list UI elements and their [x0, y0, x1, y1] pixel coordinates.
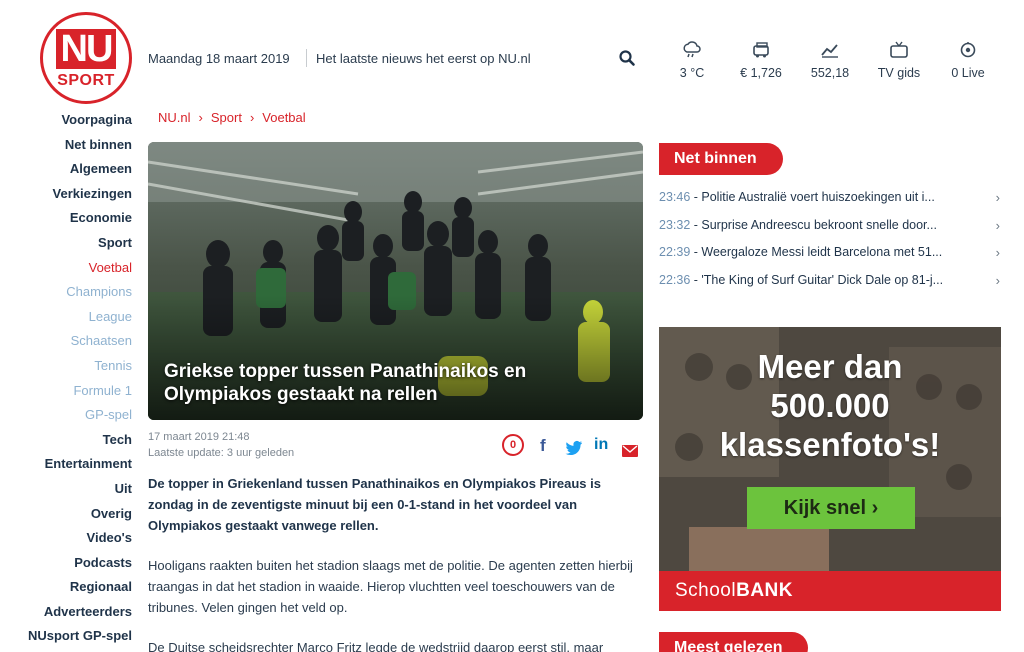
- publish-date: 17 maart 2019 21:48: [148, 431, 250, 443]
- comments-icon[interactable]: 0: [502, 434, 524, 456]
- breadcrumb-sport[interactable]: Sport: [211, 110, 242, 125]
- article-paragraph: Hooligans raakten buiten het stadion sla…: [148, 558, 633, 615]
- article-hero-image[interactable]: Griekse topper tussen Panathinaikos en O…: [148, 142, 643, 420]
- article-title: Griekse topper tussen Panathinaikos en O…: [164, 361, 527, 405]
- chevron-right-icon: ›: [995, 272, 1000, 288]
- chevron-right-icon: ›: [995, 217, 1000, 233]
- net-binnen-list: 23:46 - Politie Australië voert huiszoek…: [659, 184, 1002, 294]
- news-time: 23:32: [659, 217, 691, 232]
- news-time: 22:36: [659, 272, 691, 287]
- list-item[interactable]: 22:39 - Weergaloze Messi leidt Barcelona…: [659, 239, 1002, 267]
- nav-item-regionaal[interactable]: Regionaal: [0, 575, 132, 600]
- live-icon: [960, 42, 976, 58]
- tv-guide-widget[interactable]: TV gids: [872, 40, 926, 80]
- ad-line-3: klassenfoto's!: [719, 426, 941, 463]
- breadcrumb: NU.nl › Sport › Voetbal: [158, 110, 306, 125]
- mail-icon[interactable]: [622, 441, 638, 461]
- nav-item-champions[interactable]: Champions: [0, 280, 132, 305]
- nav-item-sport[interactable]: Sport: [0, 231, 132, 256]
- nav-item-tech[interactable]: Tech: [0, 428, 132, 453]
- nav-item-overig[interactable]: Overig: [0, 502, 132, 527]
- nav-item-nusport-gp-spel[interactable]: NUsport GP-spel: [0, 624, 132, 649]
- nav-item-voorpagina[interactable]: Voorpagina: [0, 108, 132, 133]
- chevron-right-icon: ›: [198, 110, 203, 125]
- list-item[interactable]: 22:36 - 'The King of Surf Guitar' Dick D…: [659, 267, 1002, 295]
- search-icon[interactable]: [618, 49, 636, 67]
- breadcrumb-nu[interactable]: NU.nl: [158, 110, 191, 125]
- nav-item-economie[interactable]: Economie: [0, 206, 132, 231]
- header-divider: [306, 49, 307, 67]
- nav-item-verkiezingen[interactable]: Verkiezingen: [0, 182, 132, 207]
- index-chart-icon: [821, 44, 838, 58]
- nusport-logo[interactable]: NU SPORT: [40, 12, 132, 104]
- breadcrumb-voetbal[interactable]: Voetbal: [262, 110, 305, 125]
- nav-item-schaatsen[interactable]: Schaatsen: [0, 329, 132, 354]
- index-widget[interactable]: 552,18: [806, 40, 854, 80]
- nav-item-voetbal[interactable]: Voetbal: [0, 256, 132, 281]
- ad-line-1: Meer dan: [757, 348, 903, 385]
- news-headline: Politie Australië voert huiszoekingen ui…: [701, 190, 935, 204]
- news-time: 23:46: [659, 190, 691, 204]
- nav-item-podcasts[interactable]: Podcasts: [0, 551, 132, 576]
- weather-widget[interactable]: 3 °C: [672, 40, 712, 80]
- index-value: 552,18: [810, 66, 850, 80]
- ad-line-2: 500.000: [770, 387, 890, 424]
- linkedin-icon[interactable]: in: [594, 436, 608, 456]
- schoolbank-advertisement[interactable]: Meer dan 500.000 klassenfoto's! Kijk sne…: [659, 327, 1001, 611]
- ad-brand-bar: SchoolBANK: [659, 571, 1001, 611]
- live-widget[interactable]: 0 Live: [944, 40, 992, 80]
- aex-widget[interactable]: € 1,726: [734, 40, 788, 80]
- weather-icon: [683, 41, 701, 58]
- nav-item-gp-spel[interactable]: GP-spel: [0, 403, 132, 428]
- chevron-right-icon: ›: [249, 110, 255, 125]
- nav-item-algemeen[interactable]: Algemeen: [0, 157, 132, 182]
- header-date: Maandag 18 maart 2019: [148, 51, 290, 66]
- ad-cta-button[interactable]: Kijk snel ›: [747, 487, 915, 529]
- nav-item-entertainment[interactable]: Entertainment: [0, 452, 132, 477]
- net-binnen-heading[interactable]: Net binnen: [659, 143, 783, 175]
- ad-headline: Meer dan 500.000 klassenfoto's!: [659, 347, 1001, 464]
- news-headline: Weergaloze Messi leidt Barcelona met 51.…: [701, 245, 943, 260]
- ad-brand-school: School: [675, 580, 737, 601]
- nav-item-formule-1[interactable]: Formule 1: [0, 379, 132, 404]
- tv-icon: [890, 41, 908, 58]
- nav-item-tennis[interactable]: Tennis: [0, 354, 132, 379]
- live-value: 0 Live: [951, 66, 985, 80]
- nav-item-adverteerders[interactable]: Adverteerders: [0, 600, 132, 625]
- list-item[interactable]: 23:32 - Surprise Andreescu bekroont snel…: [659, 212, 1002, 240]
- logo-sport-text: SPORT: [57, 72, 115, 89]
- nav-item-net-binnen[interactable]: Net binnen: [0, 133, 132, 158]
- meest-gelezen-heading[interactable]: Meest gelezen: [659, 632, 809, 652]
- twitter-icon[interactable]: [565, 438, 583, 458]
- ad-brand-bank: BANK: [736, 580, 793, 601]
- facebook-icon[interactable]: f: [540, 436, 546, 456]
- header-tagline: Het laatste nieuws het eerst op NU.nl: [316, 51, 531, 66]
- tv-guide-label: TV gids: [877, 66, 921, 80]
- news-time: 22:39: [659, 245, 691, 260]
- article-lead: De topper in Griekenland tussen Panathin…: [148, 476, 601, 533]
- update-info: Laatste update: 3 uur geleden: [148, 447, 295, 459]
- weather-value: 3 °C: [679, 66, 705, 80]
- article-paragraph: De Duitse scheidsrechter Marco Fritz leg…: [148, 640, 604, 652]
- list-item[interactable]: 23:46 - Politie Australië voert huiszoek…: [659, 184, 1002, 212]
- chevron-right-icon: ›: [995, 245, 1000, 261]
- aex-icon: [753, 42, 769, 58]
- news-headline: Surprise Andreescu bekroont snelle door.…: [701, 217, 937, 232]
- news-headline: 'The King of Surf Guitar' Dick Dale op 8…: [701, 272, 944, 287]
- nav-item-league[interactable]: League: [0, 305, 132, 330]
- nav-item-videos[interactable]: Video's: [0, 526, 132, 551]
- section-nav: Voorpagina Net binnen Algemeen Verkiezin…: [0, 108, 132, 649]
- nav-item-uit[interactable]: Uit: [0, 477, 132, 502]
- aex-value: € 1,726: [740, 66, 782, 80]
- logo-nu-text: NU: [56, 29, 116, 69]
- chevron-right-icon: ›: [995, 190, 1000, 205]
